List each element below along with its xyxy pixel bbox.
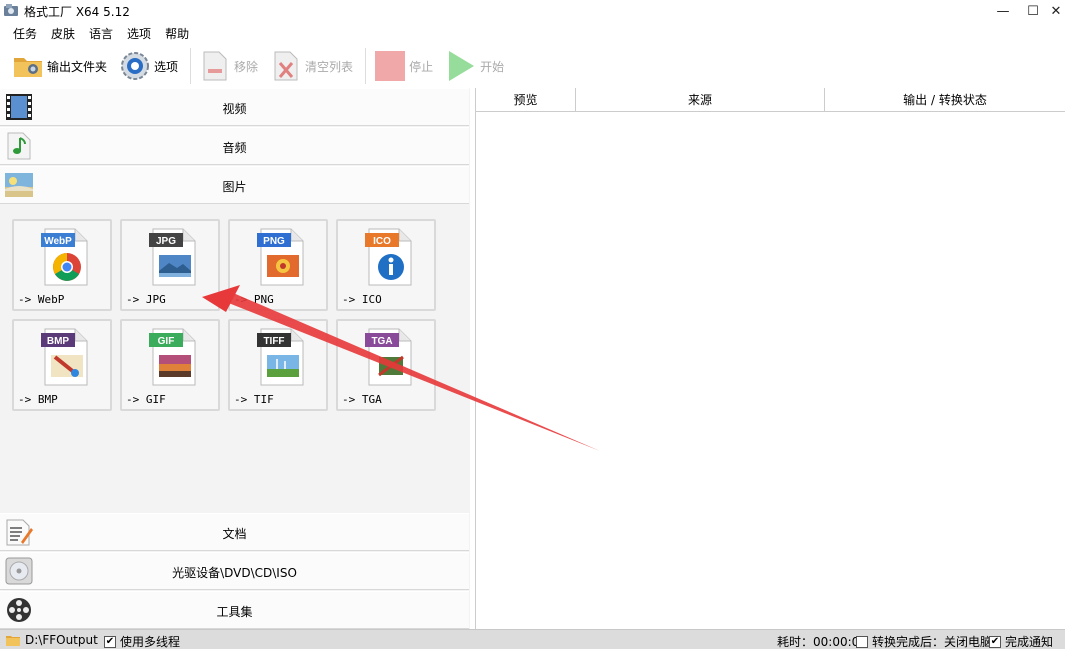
task-list: 预览 来源 输出 / 转换状态	[475, 88, 1065, 629]
format-tag: TGA	[371, 336, 392, 347]
format-gif[interactable]: GIF -> GIF	[120, 319, 220, 411]
folder-icon	[12, 50, 44, 82]
format-tif[interactable]: TIFF -> TIF	[228, 319, 328, 411]
format-tga[interactable]: TGA -> TGA	[336, 319, 436, 411]
close-button[interactable]: ✕	[1041, 0, 1065, 22]
clear-list-icon	[270, 50, 302, 82]
menu-options[interactable]: 选项	[120, 22, 158, 44]
options-button[interactable]: 选项	[115, 48, 182, 84]
stop-label: 停止	[409, 59, 434, 74]
menu-bar: 任务 皮肤 语言 选项 帮助	[0, 22, 1065, 44]
clear-list-label: 清空列表	[305, 59, 354, 74]
category-audio-label: 音频	[222, 141, 247, 155]
column-source[interactable]: 来源	[576, 88, 825, 112]
multithread-label: 使用多线程	[120, 635, 181, 649]
status-bar: D:\FFOutput ✔ 使用多线程 耗时：00:00:00 转换完成后：关闭…	[0, 629, 1065, 649]
menu-language[interactable]: 语言	[82, 22, 120, 44]
category-tools[interactable]: 工具集	[0, 591, 469, 629]
format-label: -> ICO	[342, 293, 382, 306]
start-label: 开始	[480, 59, 505, 74]
function-panel: 视频 音频 图片 WebP -> WebP JPG -> JPG PNG -> …	[0, 88, 470, 629]
format-label: -> TIF	[234, 393, 274, 406]
format-label: -> JPG	[126, 293, 166, 306]
elapsed-time: 耗时：00:00:00	[777, 633, 867, 649]
format-label: -> BMP	[18, 393, 58, 406]
tiff-file-icon: TIFF	[257, 328, 304, 386]
after-convert-checkbox[interactable]: 转换完成后：关闭电脑	[856, 633, 992, 649]
toolbar-divider	[365, 48, 367, 84]
elapsed-time-label: 耗时：00:00:00	[777, 635, 867, 649]
notify-check-mark: ✔	[989, 635, 1001, 648]
format-ico[interactable]: ICO -> ICO	[336, 219, 436, 311]
format-label: -> TGA	[342, 393, 382, 406]
notify-label: 完成通知	[1005, 635, 1054, 649]
format-jpg[interactable]: JPG -> JPG	[120, 219, 220, 311]
category-image-label: 图片	[222, 180, 247, 194]
format-tag: BMP	[47, 336, 70, 347]
clear-list-button[interactable]: 清空列表	[266, 48, 357, 84]
format-label: -> PNG	[234, 293, 274, 306]
remove-icon	[199, 50, 231, 82]
minimize-button[interactable]: —	[988, 0, 1018, 22]
jpg-file-icon: JPG	[149, 228, 196, 286]
menu-help[interactable]: 帮助	[158, 22, 196, 44]
output-folder-label: 输出文件夹	[47, 59, 108, 74]
format-label: -> WebP	[18, 293, 65, 306]
bmp-file-icon: BMP	[41, 328, 88, 386]
category-disc[interactable]: 光驱设备\DVD\CD\ISO	[0, 552, 469, 590]
notify-checkbox[interactable]: ✔ 完成通知	[989, 633, 1053, 649]
image-format-grid: WebP -> WebP JPG -> JPG PNG -> PNG ICO -…	[0, 205, 469, 513]
tga-file-icon: TGA	[365, 328, 412, 386]
format-tag: TIFF	[263, 336, 284, 347]
ico-file-icon: ICO	[365, 228, 412, 286]
after-convert-label: 转换完成后：关闭电脑	[872, 635, 993, 649]
menu-skin[interactable]: 皮肤	[44, 22, 82, 44]
webp-file-icon: WebP	[41, 228, 88, 286]
category-image[interactable]: 图片	[0, 166, 469, 204]
after-convert-check-box	[856, 635, 868, 648]
column-preview[interactable]: 预览	[476, 88, 576, 112]
output-folder-button[interactable]: 输出文件夹	[8, 48, 111, 84]
options-label: 选项	[154, 59, 179, 74]
category-document[interactable]: 文档	[0, 513, 469, 551]
folder-icon	[6, 634, 20, 646]
column-output-status[interactable]: 输出 / 转换状态	[825, 88, 1065, 112]
output-path-label: D:\FFOutput	[25, 633, 98, 647]
format-webp[interactable]: WebP -> WebP	[12, 219, 112, 311]
format-tag: WebP	[44, 236, 72, 247]
remove-label: 移除	[234, 59, 259, 74]
title-bar: 格式工厂 X64 5.12 — ☐ ✕	[0, 0, 1065, 22]
toolbar: 输出文件夹 选项 移除 清空列表 停止 开始	[0, 44, 1065, 88]
multithread-check-mark: ✔	[104, 635, 116, 648]
format-bmp[interactable]: BMP -> BMP	[12, 319, 112, 411]
toolbar-divider	[190, 48, 192, 84]
category-audio[interactable]: 音频	[0, 127, 469, 165]
stop-button[interactable]: 停止	[370, 48, 437, 84]
output-path[interactable]: D:\FFOutput	[6, 633, 98, 647]
category-video-label: 视频	[222, 102, 247, 116]
format-tag: PNG	[263, 236, 285, 247]
play-icon	[445, 50, 477, 82]
format-tag: ICO	[373, 236, 391, 247]
format-label: -> GIF	[126, 393, 166, 406]
multithread-checkbox[interactable]: ✔ 使用多线程	[104, 633, 180, 649]
category-document-label: 文档	[222, 527, 247, 541]
stop-icon	[374, 50, 406, 82]
category-video[interactable]: 视频	[0, 88, 469, 126]
gear-icon	[119, 50, 151, 82]
start-button[interactable]: 开始	[441, 48, 508, 84]
category-tools-label: 工具集	[216, 605, 253, 619]
format-png[interactable]: PNG -> PNG	[228, 219, 328, 311]
png-file-icon: PNG	[257, 228, 304, 286]
menu-task[interactable]: 任务	[6, 22, 44, 44]
app-logo-icon	[4, 4, 18, 17]
category-disc-label: 光驱设备\DVD\CD\ISO	[172, 566, 297, 580]
format-tag: JPG	[156, 236, 176, 247]
gif-file-icon: GIF	[149, 328, 196, 386]
remove-button[interactable]: 移除	[195, 48, 262, 84]
format-tag: GIF	[158, 336, 175, 347]
window-title: 格式工厂 X64 5.12	[24, 5, 130, 19]
